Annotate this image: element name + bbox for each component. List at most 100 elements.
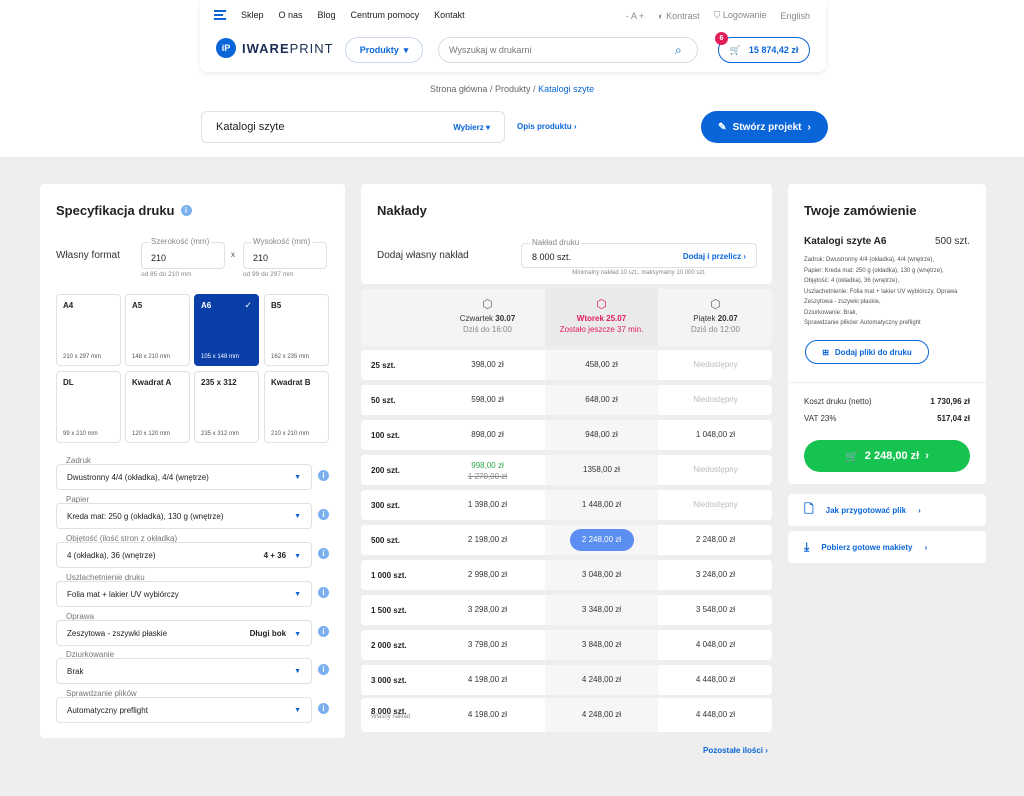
price-cell[interactable]: 2 198,00 zł <box>431 525 544 555</box>
price-cell[interactable]: Niedostępny <box>659 455 772 485</box>
nav-contact[interactable]: Kontakt <box>434 10 465 20</box>
info-icon[interactable]: i <box>180 205 192 216</box>
option-select[interactable]: 4 (okładka), 36 (wnętrze) 4 + 36 ▼ <box>56 542 312 568</box>
info-icon[interactable]: i <box>318 626 329 637</box>
price-cell[interactable]: 1 048,00 zł <box>659 420 772 450</box>
price-cell[interactable]: 2 248,00 zł <box>659 525 772 555</box>
day-column[interactable]: ⬡ Piątek 20.07 Dziś do 12:00 <box>659 289 772 346</box>
price-cell[interactable]: 4 198,00 zł <box>431 698 544 732</box>
delivery-days: ⬡ Czwartek 30.07 Dziś do 16:00 ⬡ Wtorek 25.… <box>361 289 772 346</box>
info-icon[interactable]: i <box>318 587 329 598</box>
option-select[interactable]: Kreda mat: 250 g (okładka), 130 g (wnętr… <box>56 503 312 529</box>
price-cell[interactable]: 3 548,00 zł <box>659 595 772 625</box>
products-button[interactable]: Produkty ▾ <box>345 37 423 63</box>
price-cell[interactable]: 4 198,00 zł <box>431 665 544 695</box>
format-b5[interactable]: B5 162 x 235 mm <box>264 294 329 366</box>
cart-total: 15 874,42 zł <box>748 45 799 55</box>
contrast-label: Kontrast <box>666 10 700 21</box>
width-field[interactable]: Szerokość (mm) 210 <box>141 237 225 269</box>
format-a4[interactable]: A4 210 x 297 mm <box>56 294 121 366</box>
breadcrumb-sep: / <box>533 84 536 94</box>
price-cell[interactable]: 1 448,00 zł <box>545 490 658 520</box>
language-link[interactable]: English <box>780 11 810 21</box>
prepare-file-link[interactable]: 🗋 Jak przygotować plik › <box>788 494 986 526</box>
create-project-button[interactable]: ✎ Stwórz projekt › <box>701 111 828 143</box>
format-a5[interactable]: A5 148 x 210 mm <box>125 294 190 366</box>
upload-files-button[interactable]: ⊞ Dodaj pliki do druku <box>805 340 929 364</box>
nav-shop[interactable]: Sklep <box>241 10 264 20</box>
caret-down-icon: ▼ <box>294 512 301 520</box>
format-235x312[interactable]: 235 x 312 235 x 312 mm <box>194 371 259 443</box>
price-cell[interactable]: 4 048,00 zł <box>659 630 772 660</box>
price-cell[interactable]: 4 448,00 zł <box>659 665 772 695</box>
nav-help[interactable]: Centrum pomocy <box>351 10 420 20</box>
buy-button[interactable]: 🛒 2 248,00 zł › <box>804 440 970 472</box>
price-cell[interactable]: 3 848,00 zł <box>545 630 658 660</box>
menu-icon[interactable] <box>214 10 226 20</box>
option-select[interactable]: Zeszytowa - zszywki płaskie Długi bok ▼ <box>56 620 312 646</box>
product-select[interactable]: Katalogi szyte Wybierz ▾ <box>201 111 505 143</box>
product-description-link[interactable]: Opis produktu › <box>517 122 577 131</box>
price-cell[interactable]: 1358,00 zł <box>545 455 658 485</box>
font-size-control[interactable]: - A + <box>626 11 644 21</box>
quantity-field[interactable]: Nakład druku 8 000 szt. Dodaj i przelicz… <box>521 238 757 268</box>
option-select[interactable]: Brak ▼ <box>56 658 312 684</box>
price-cell[interactable]: 948,00 zł <box>545 420 658 450</box>
search-icon[interactable]: ⌕ <box>675 43 697 58</box>
price-cell[interactable]: 3 298,00 zł <box>431 595 544 625</box>
format-dl[interactable]: DL 99 x 210 mm <box>56 371 121 443</box>
option-select[interactable]: Automatyczny preflight ▼ <box>56 697 312 723</box>
search-input[interactable] <box>449 45 675 55</box>
option-select[interactable]: Dwustronny 4/4 (okładka), 4/4 (wnętrze) ▼ <box>56 464 312 490</box>
nav-blog[interactable]: Blog <box>318 10 336 20</box>
price-cell[interactable]: 598,00 zł <box>431 385 544 415</box>
apply-quantity-button[interactable]: Dodaj i przelicz › <box>683 252 746 261</box>
price-cell[interactable]: 3 248,00 zł <box>659 560 772 590</box>
price-cell[interactable]: 3 048,00 zł <box>545 560 658 590</box>
price-cell[interactable]: 648,00 zł <box>545 385 658 415</box>
breadcrumb-products[interactable]: Produkty <box>495 84 531 94</box>
breadcrumb-home[interactable]: Strona główna <box>430 84 488 94</box>
logo-mark: iP <box>216 38 236 58</box>
order-title: Twoje zamówienie <box>804 203 917 218</box>
day-column[interactable]: ⬡ Czwartek 30.07 Dziś do 16:00 <box>431 289 544 346</box>
naklady-header: Nakłady Dodaj własny nakład Nakład druku… <box>361 184 772 284</box>
day-column-selected[interactable]: ⬡ Wtorek 25.07 Zostało jeszcze 37 min. <box>545 289 658 346</box>
price-cell[interactable]: 898,00 zł <box>431 420 544 450</box>
price-cell[interactable]: 2 998,00 zł <box>431 560 544 590</box>
info-icon[interactable]: i <box>318 548 329 559</box>
height-field[interactable]: Wysokość (mm) 210 <box>243 237 327 269</box>
price-cell[interactable]: 4 448,00 zł <box>659 698 772 732</box>
contrast-toggle[interactable]: ◐ Kontrast <box>658 11 699 21</box>
info-icon[interactable]: i <box>318 509 329 520</box>
price-cell[interactable]: Niedostępny <box>659 490 772 520</box>
download-templates-link[interactable]: ⤓ Pobierz gotowe makiety › <box>788 531 986 563</box>
price-cell[interactable]: 3 348,00 zł <box>545 595 658 625</box>
option-select[interactable]: Folia mat + lakier UV wybiórczy ▼ <box>56 581 312 607</box>
price-cell[interactable]: Niedostępny <box>659 350 772 380</box>
price-cell-selected[interactable]: 2 248,00 zł <box>545 525 658 555</box>
info-icon[interactable]: i <box>318 470 329 481</box>
cart-button[interactable]: 6 🛒 15 874,42 zł <box>715 32 810 63</box>
format-kwadrat-b[interactable]: Kwadrat B 210 x 210 mm <box>264 371 329 443</box>
price-cell[interactable]: 398,00 zł <box>431 350 544 380</box>
price-cell[interactable]: 4 248,00 zł <box>545 665 658 695</box>
nav-about[interactable]: O nas <box>279 10 303 20</box>
more-quantities-link[interactable]: Pozostałe ilości › <box>703 746 768 755</box>
price-cell[interactable]: 458,00 zł <box>545 350 658 380</box>
price-cell[interactable]: 1 398,00 zł <box>431 490 544 520</box>
price-cell[interactable]: 4 248,00 zł <box>545 698 658 732</box>
info-icon[interactable]: i <box>318 703 329 714</box>
price-cell[interactable]: Niedostępny <box>659 385 772 415</box>
shield-icon: ⛉ <box>713 10 721 20</box>
buy-label: 2 248,00 zł <box>864 450 920 462</box>
login-link[interactable]: ⛉ Logowanie <box>714 10 767 21</box>
format-a6[interactable]: A6 ✓ 105 x 148 mm <box>194 294 259 366</box>
format-kwadrat-a[interactable]: Kwadrat A 120 x 120 mm <box>125 371 190 443</box>
price-cell[interactable]: 998,00 zł 1 270,00 zł <box>431 455 544 485</box>
info-icon[interactable]: i <box>318 664 329 675</box>
logo[interactable]: iP IWAREPRINT <box>216 38 334 58</box>
height-label: Wysokość (mm) <box>251 237 313 246</box>
selected-price[interactable]: 2 248,00 zł <box>569 529 634 551</box>
price-cell[interactable]: 3 798,00 zł <box>431 630 544 660</box>
